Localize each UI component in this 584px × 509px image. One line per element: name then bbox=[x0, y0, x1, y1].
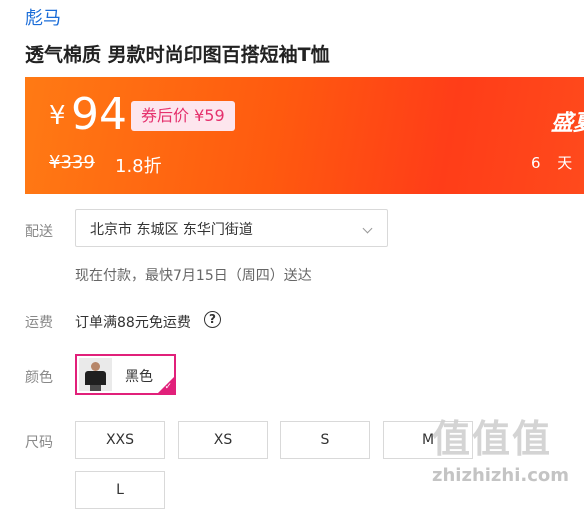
coupon-price-badge[interactable]: 券后价 ¥59 bbox=[131, 101, 235, 131]
currency-symbol: ¥ bbox=[49, 101, 66, 131]
color-option-label: 黑色 bbox=[125, 369, 153, 385]
shipping-text: 订单满88元免运费 bbox=[75, 315, 191, 331]
size-option-xxs[interactable]: XXS bbox=[75, 421, 165, 459]
watermark-logo: 值值值 bbox=[432, 417, 553, 461]
color-option-black[interactable]: 黑色 ✓ bbox=[75, 354, 176, 395]
discount-rate: 1.8折 bbox=[115, 156, 162, 177]
product-title: 透气棉质 男款时尚印图百搭短袖T恤 bbox=[25, 44, 330, 66]
address-select[interactable]: 北京市 东城区 东华门街道 bbox=[75, 209, 388, 247]
brand-link[interactable]: 彪马 bbox=[25, 4, 61, 30]
promo-countdown: 6 天 14 bbox=[531, 154, 584, 172]
promo-title: 盛夏 bbox=[551, 111, 584, 136]
check-icon: ✓ bbox=[164, 382, 172, 392]
help-icon[interactable]: ? bbox=[204, 311, 221, 328]
price-banner: ¥ 94 券后价 ¥59 ¥339 1.8折 盛夏 6 天 14 bbox=[25, 77, 584, 194]
address-value: 北京市 东城区 东华门街道 bbox=[90, 222, 253, 238]
delivery-label: 配送 bbox=[25, 224, 53, 240]
current-price: 94 bbox=[71, 89, 127, 140]
delivery-estimate: 现在付款，最快7月15日（周四）送达 bbox=[75, 268, 312, 284]
size-label: 尺码 bbox=[25, 435, 53, 451]
chevron-down-icon bbox=[362, 223, 373, 234]
shipping-label: 运费 bbox=[25, 315, 53, 331]
size-option-s[interactable]: S bbox=[280, 421, 370, 459]
size-option-xs[interactable]: XS bbox=[178, 421, 268, 459]
watermark-text: zhizhizhi.com bbox=[432, 465, 570, 486]
product-thumbnail bbox=[79, 358, 112, 391]
original-price: ¥339 bbox=[49, 152, 95, 173]
size-option-l[interactable]: L bbox=[75, 471, 165, 509]
color-label: 颜色 bbox=[25, 370, 53, 386]
